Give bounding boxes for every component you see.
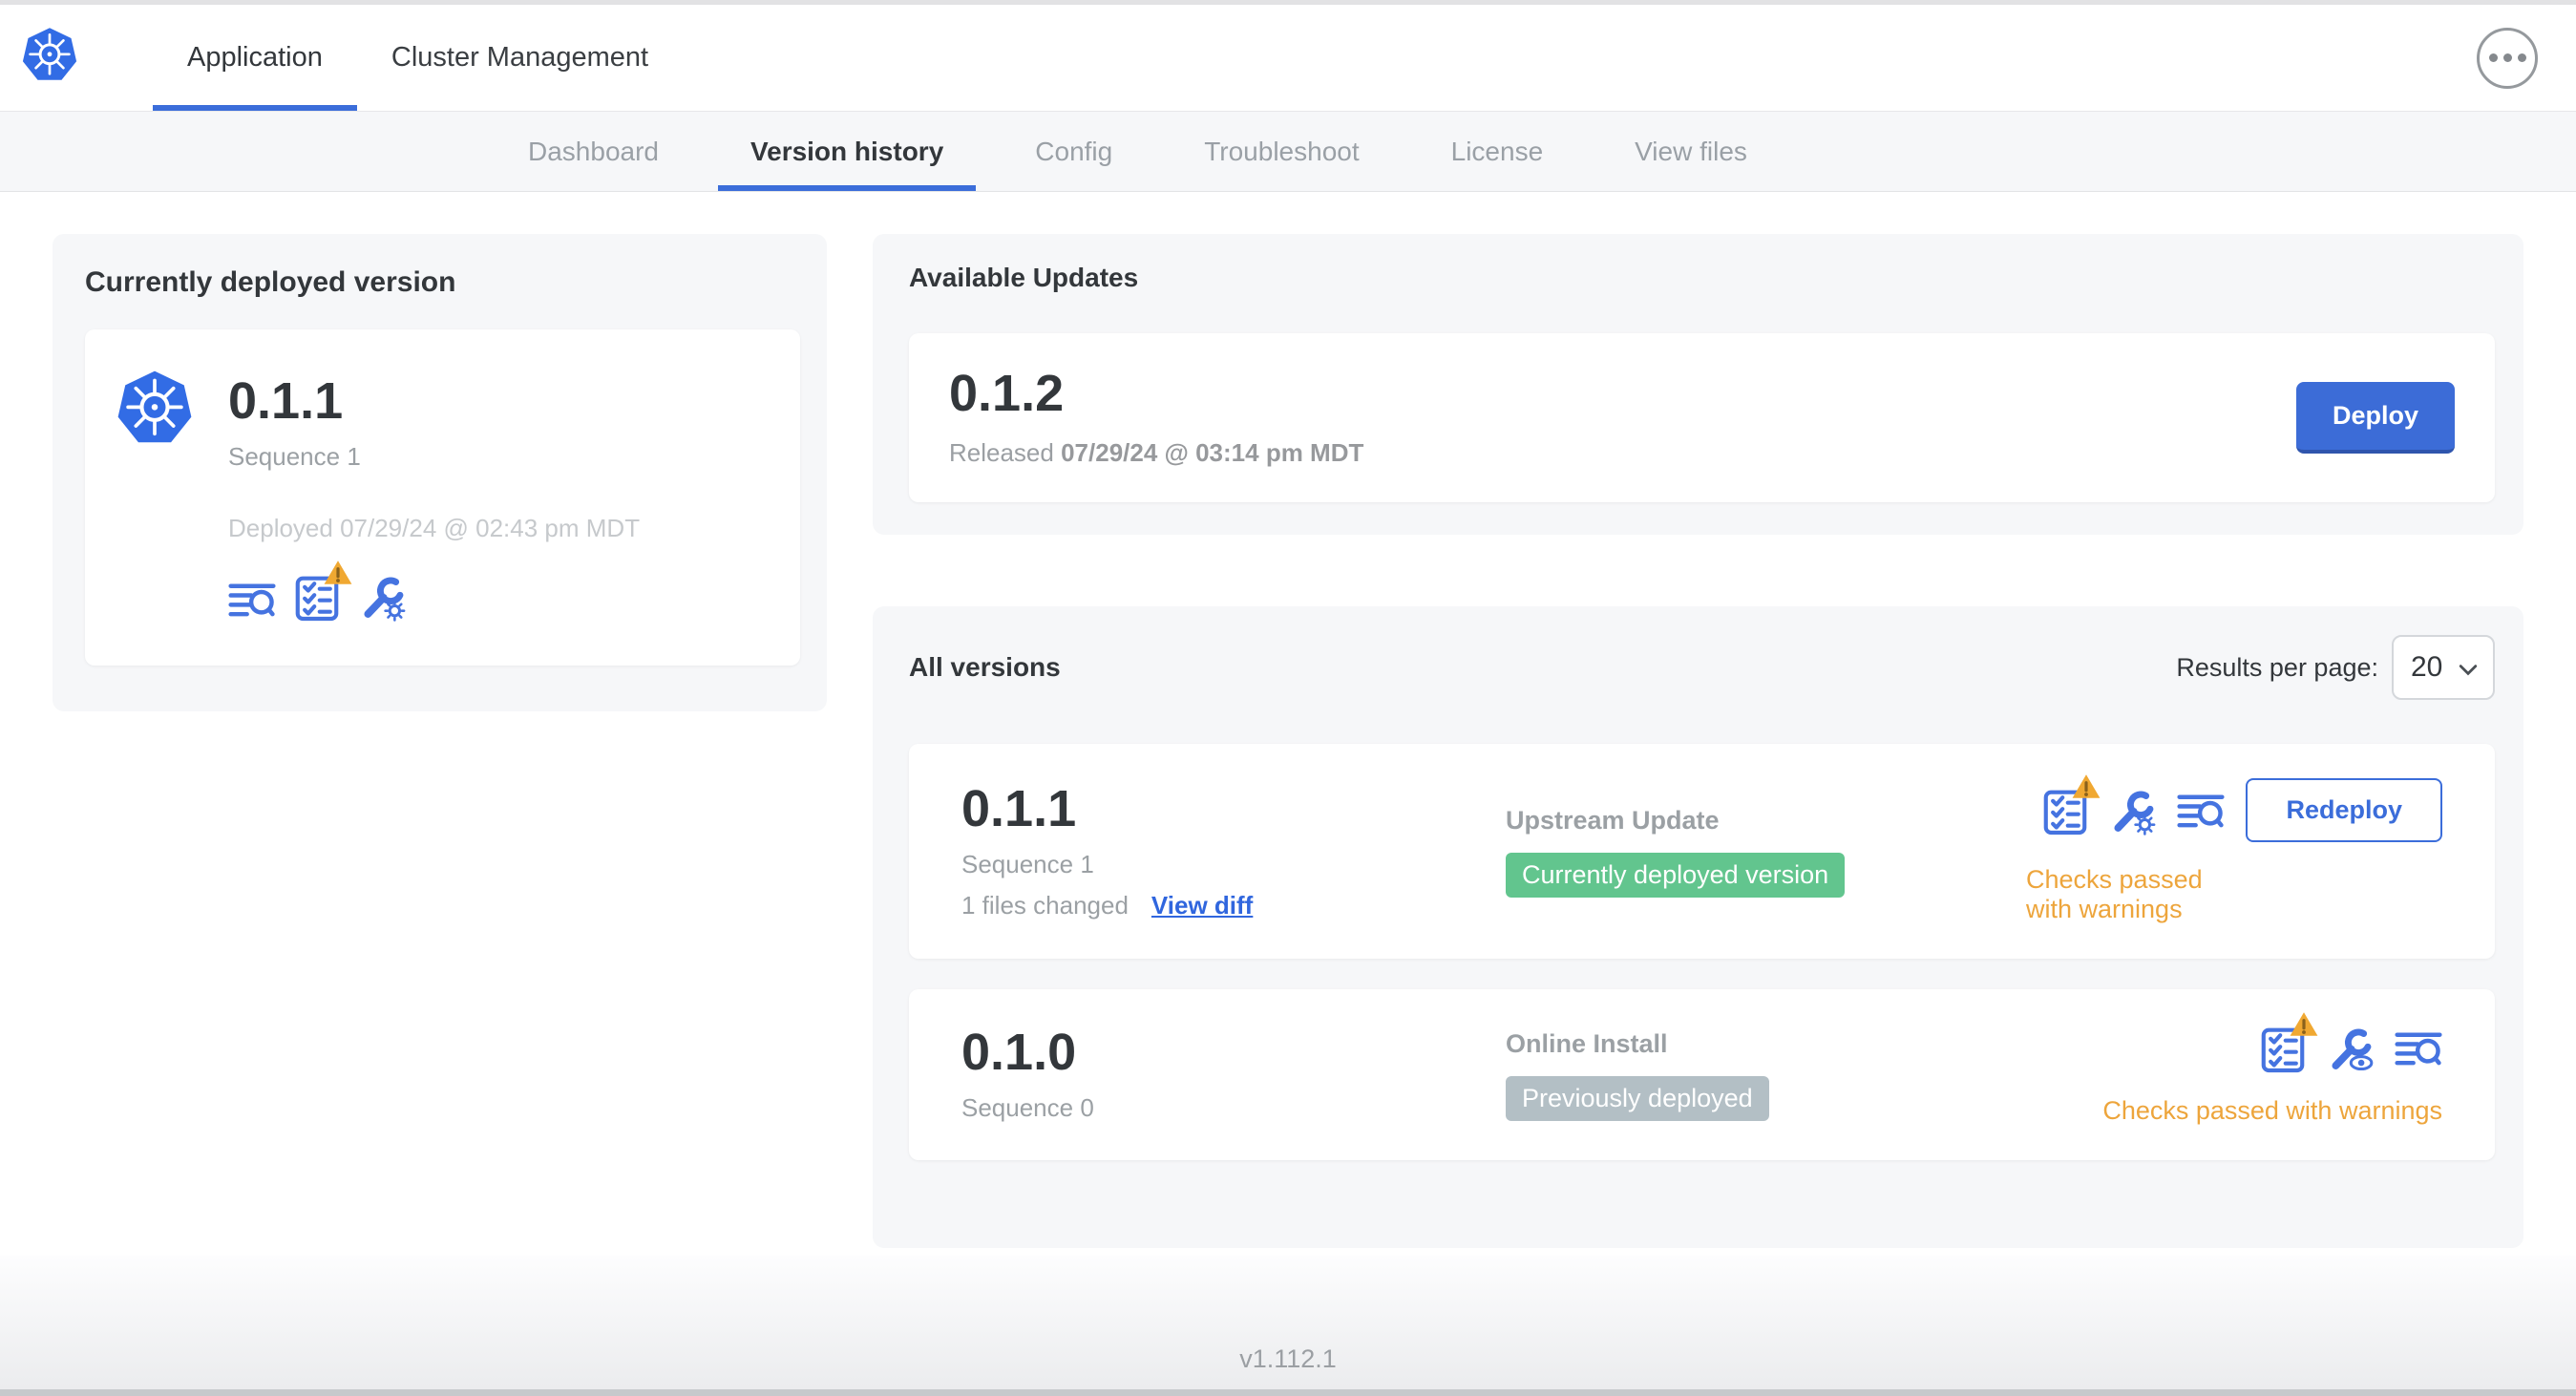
ellipsis-menu-icon[interactable] xyxy=(2477,27,2538,89)
tab-dashboard-label: Dashboard xyxy=(528,136,659,166)
tab-license[interactable]: License xyxy=(1432,112,1563,191)
logs-icon[interactable] xyxy=(2395,1026,2442,1070)
files-changed-text: 1 files changed xyxy=(961,890,1129,920)
warning-triangle-icon xyxy=(2289,1010,2319,1038)
version-cell: 0.1.0 Sequence 0 xyxy=(961,1026,1506,1123)
tab-config[interactable]: Config xyxy=(1016,112,1131,191)
currently-deployed-panel: Currently deployed version 0.1.1 Sequenc… xyxy=(53,234,827,711)
deployed-version-number: 0.1.1 xyxy=(228,372,344,430)
all-versions-title: All versions xyxy=(909,652,1061,682)
row-sequence: Sequence 0 xyxy=(961,1093,1094,1122)
tab-license-label: License xyxy=(1450,136,1544,166)
window-bottom-edge xyxy=(0,1389,2576,1396)
source-label: Upstream Update xyxy=(1506,805,1720,835)
tab-version-history[interactable]: Version history xyxy=(717,112,977,191)
checks-status-text: Checks passed with warnings xyxy=(2102,1096,2442,1125)
header-tabs: Application Cluster Management xyxy=(153,5,683,111)
config-edit-icon[interactable] xyxy=(358,572,406,622)
results-per-page-select[interactable]: 20 xyxy=(2392,635,2495,700)
actions-cell: Checks passed with warnings xyxy=(2026,1010,2442,1126)
released-date: 07/29/24 @ 03:14 pm MDT xyxy=(1061,438,1364,467)
kubernetes-logo-icon xyxy=(21,26,78,89)
row-actions: Redeploy xyxy=(2043,772,2442,842)
app-page: Application Cluster Management Dashboard… xyxy=(0,0,2576,1396)
source-cell: Online Install Previously deployed xyxy=(1506,1029,2026,1121)
source-cell: Upstream Update Currently deployed versi… xyxy=(1506,806,2026,898)
version-row-0-1-0: 0.1.0 Sequence 0 Online Install Previous… xyxy=(909,989,2495,1160)
actions-cell: Redeploy Checks passed with warnings xyxy=(2026,772,2442,924)
chevron-down-icon xyxy=(2459,651,2478,684)
currently-deployed-card: 0.1.1 Sequence 1 Deployed 07/29/24 @ 02:… xyxy=(85,329,800,666)
tab-version-history-label: Version history xyxy=(750,136,944,166)
warning-triangle-icon xyxy=(2071,772,2102,800)
currently-deployed-title: Currently deployed version xyxy=(85,266,456,298)
main-content: Currently deployed version 0.1.1 Sequenc… xyxy=(0,192,2576,1256)
preflight-checks-icon[interactable] xyxy=(295,559,353,622)
update-released-line: Released 07/29/24 @ 03:14 pm MDT xyxy=(949,438,1363,468)
console-version: v1.112.1 xyxy=(1239,1344,1337,1373)
version-row-0-1-1: 0.1.1 Sequence 1 1 files changed View di… xyxy=(909,744,2495,959)
tab-cluster-management[interactable]: Cluster Management xyxy=(357,5,683,111)
row-version-number: 0.1.0 xyxy=(961,1024,1077,1081)
logs-icon[interactable] xyxy=(2177,789,2225,833)
tab-dashboard[interactable]: Dashboard xyxy=(509,112,678,191)
warning-triangle-icon xyxy=(323,559,353,586)
released-prefix: Released xyxy=(949,438,1054,467)
deployed-version-info: 0.1.1 Sequence 1 Deployed 07/29/24 @ 02:… xyxy=(228,370,640,622)
version-cell: 0.1.1 Sequence 1 1 files changed View di… xyxy=(961,783,1506,920)
tab-application-label: Application xyxy=(187,42,323,73)
row-actions xyxy=(2261,1010,2442,1073)
config-view-icon[interactable] xyxy=(2326,1024,2374,1073)
results-per-page-value: 20 xyxy=(2411,651,2443,683)
tab-application[interactable]: Application xyxy=(153,5,357,111)
checks-status-text: Checks passed with warnings xyxy=(2026,865,2203,923)
kubernetes-app-icon xyxy=(116,370,194,622)
row-version-number: 0.1.1 xyxy=(961,779,1077,837)
preflight-checks-icon[interactable] xyxy=(2043,772,2102,835)
available-updates-title: Available Updates xyxy=(909,263,1139,292)
available-updates-panel: Available Updates 0.1.2 Released 07/29/2… xyxy=(873,234,2523,535)
tab-troubleshoot[interactable]: Troubleshoot xyxy=(1185,112,1378,191)
row-sequence: Sequence 1 xyxy=(961,849,1094,878)
app-header: Application Cluster Management xyxy=(0,5,2576,112)
app-subnav: Dashboard Version history Config Trouble… xyxy=(0,112,2576,192)
tab-view-files-label: View files xyxy=(1635,136,1747,166)
deployed-timestamp: Deployed 07/29/24 @ 02:43 pm MDT xyxy=(228,514,641,542)
tab-config-label: Config xyxy=(1035,136,1113,166)
preflight-checks-icon[interactable] xyxy=(2261,1010,2319,1073)
available-update-card: 0.1.2 Released 07/29/24 @ 03:14 pm MDT D… xyxy=(909,333,2495,502)
status-badge-previously-deployed: Previously deployed xyxy=(1506,1075,1769,1121)
brand xyxy=(21,5,78,111)
update-version-number: 0.1.2 xyxy=(949,365,1065,422)
redeploy-button[interactable]: Redeploy xyxy=(2246,778,2442,842)
update-info: 0.1.2 Released 07/29/24 @ 03:14 pm MDT xyxy=(949,368,1363,468)
status-badge-currently-deployed: Currently deployed version xyxy=(1506,852,1846,898)
files-changed-line: 1 files changed View diff xyxy=(961,891,1506,920)
app-footer: v1.112.1 xyxy=(0,1256,2576,1389)
tab-view-files[interactable]: View files xyxy=(1615,112,1766,191)
view-diff-link[interactable]: View diff xyxy=(1151,891,1253,920)
deployed-version-actions xyxy=(228,559,640,622)
all-versions-panel: All versions Results per page: 20 0.1.1 … xyxy=(873,606,2523,1248)
deploy-button[interactable]: Deploy xyxy=(2295,382,2455,454)
header-right xyxy=(2477,5,2538,111)
results-per-page: Results per page: 20 xyxy=(2176,635,2495,700)
deployed-sequence: Sequence 1 xyxy=(228,442,361,471)
results-per-page-label: Results per page: xyxy=(2176,652,2378,682)
logs-icon[interactable] xyxy=(228,578,276,622)
all-versions-header: All versions Results per page: 20 xyxy=(909,635,2495,700)
source-label: Online Install xyxy=(1506,1028,1668,1058)
right-column: Available Updates 0.1.2 Released 07/29/2… xyxy=(873,234,2523,1248)
tab-cluster-management-label: Cluster Management xyxy=(391,42,649,73)
tab-troubleshoot-label: Troubleshoot xyxy=(1204,136,1360,166)
config-edit-icon[interactable] xyxy=(2108,786,2157,835)
